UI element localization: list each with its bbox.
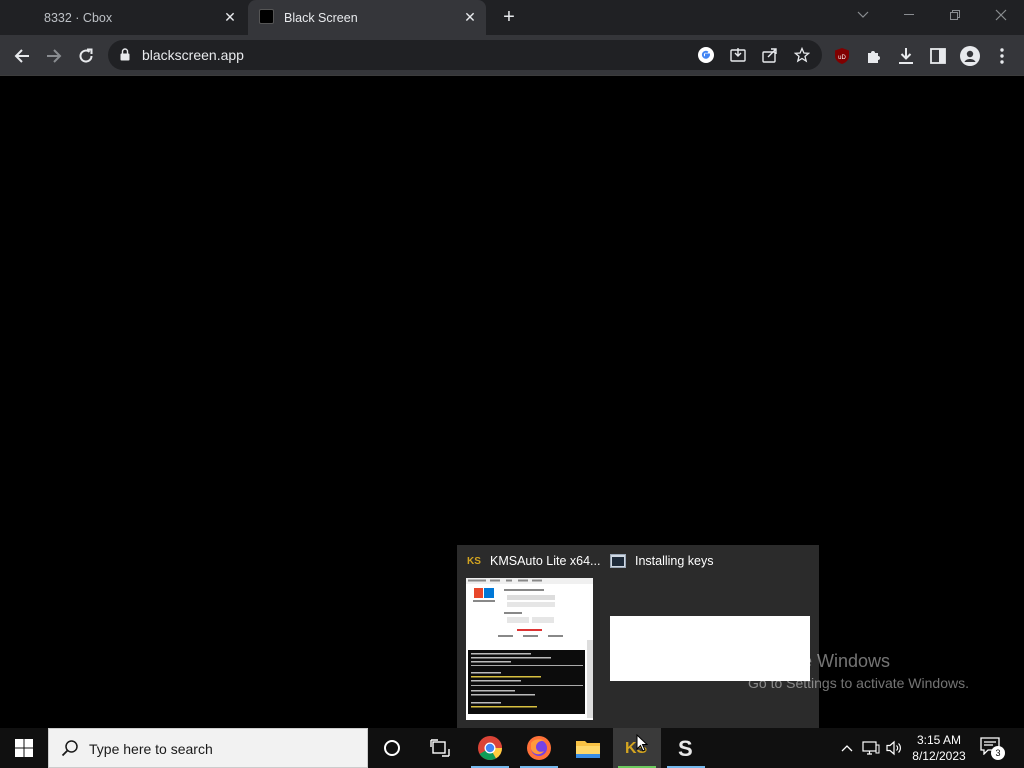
browser-tab-strip: 8332 · Cbox ✕ Black Screen ✕ + [0,0,1024,35]
tab-black-screen[interactable]: Black Screen ✕ [248,0,486,35]
taskbar-s-app[interactable]: S [662,728,710,768]
mouse-cursor-icon [636,734,648,752]
action-center-button[interactable]: 3 [980,737,1005,760]
browser-toolbar: blackscreen.app uD [0,35,1024,76]
preview-item-installing-keys[interactable]: Installing keys [603,545,819,728]
back-button[interactable] [9,43,35,69]
kmsauto-app-icon: KS [466,553,482,569]
minimize-button[interactable] [886,0,932,30]
taskbar-search-box[interactable]: Type here to search [48,728,368,768]
preview-item-kmsauto[interactable]: KS KMSAuto Lite x64... [457,545,603,728]
tab-title: Black Screen [284,10,358,25]
firefox-icon [527,736,551,760]
google-lens-icon[interactable] [697,46,715,64]
windows-taskbar: Type here to search KS S 3:15 AM 8/12/20… [0,728,1024,768]
watermark-title: Activate Windows [748,651,891,671]
preview-header: KS KMSAuto Lite x64... [457,545,600,577]
extensions-puzzle-icon[interactable] [861,43,887,69]
taskbar-kmsauto[interactable]: KS [613,728,661,768]
s-app-icon: S [678,736,693,760]
black-screen-favicon-icon [259,9,274,24]
taskbar-chrome[interactable] [466,728,514,768]
start-button[interactable] [0,728,48,768]
cortana-circle-icon [384,740,400,756]
side-panel-icon[interactable] [925,43,951,69]
network-icon[interactable] [862,739,880,757]
task-view-icon [430,739,450,757]
preview-header: Installing keys [603,545,714,577]
preview-title: Installing keys [635,554,714,568]
clock-date: 8/12/2023 [912,749,966,763]
volume-icon[interactable] [885,739,903,757]
restore-button[interactable] [932,0,978,30]
close-tab-icon[interactable]: ✕ [462,9,478,25]
install-app-icon[interactable] [729,46,747,64]
close-window-button[interactable] [978,0,1024,30]
reload-button[interactable] [73,43,99,69]
profile-avatar-icon[interactable] [957,43,983,69]
downloads-icon[interactable] [893,43,919,69]
task-view-button[interactable] [416,728,464,768]
taskbar-clock[interactable]: 3:15 AM 8/12/2023 [909,732,969,764]
search-placeholder: Type here to search [89,741,213,757]
kmsauto-window-thumbnail [466,578,593,720]
activate-windows-watermark: Activate Windows Go to Settings to activ… [748,651,969,691]
notification-count-badge: 3 [991,746,1005,760]
close-tab-icon[interactable]: ✕ [222,9,238,25]
search-icon [61,740,78,757]
preview-title: KMSAuto Lite x64... [490,554,601,568]
console-window-icon [610,554,626,568]
chrome-icon [478,736,502,761]
file-explorer-folder-icon [576,741,600,758]
thumbnail-scrollbar [587,640,593,718]
show-hidden-icons-chevron-icon[interactable] [838,739,856,757]
tab-title: 8332 · Cbox [44,10,113,25]
cortana-button[interactable] [368,728,416,768]
clock-time: 3:15 AM [916,733,962,747]
watermark-subtitle: Go to Settings to activate Windows. [748,675,969,691]
taskbar-firefox[interactable] [515,728,563,768]
screen: 8332 · Cbox ✕ Black Screen ✕ + blackscre… [0,0,1024,768]
forward-button[interactable] [41,43,67,69]
svg-text:KS: KS [467,556,481,567]
address-bar[interactable]: blackscreen.app [108,40,822,70]
forward-arrow-icon [47,49,62,63]
bookmark-star-icon[interactable] [793,46,811,64]
svg-text:S: S [678,736,693,760]
share-icon[interactable] [761,46,779,64]
menu-kebab-icon[interactable] [989,43,1015,69]
back-arrow-icon [14,49,29,63]
taskbar-thumbnail-preview: KS KMSAuto Lite x64... Installing keys [457,545,819,728]
tab-cbox[interactable]: 8332 · Cbox ✕ [0,0,246,35]
ublock-extension-icon[interactable]: uD [829,43,855,69]
address-text: blackscreen.app [142,47,244,63]
reload-icon [79,48,93,63]
new-tab-button[interactable]: + [499,7,519,27]
windows-logo-icon [15,739,33,757]
console-output-thumbnail [468,650,585,714]
taskbar-file-explorer[interactable] [564,728,612,768]
svg-text:uD: uD [838,55,846,61]
lock-icon [120,48,130,61]
tab-search-chevron-icon[interactable] [840,0,886,30]
